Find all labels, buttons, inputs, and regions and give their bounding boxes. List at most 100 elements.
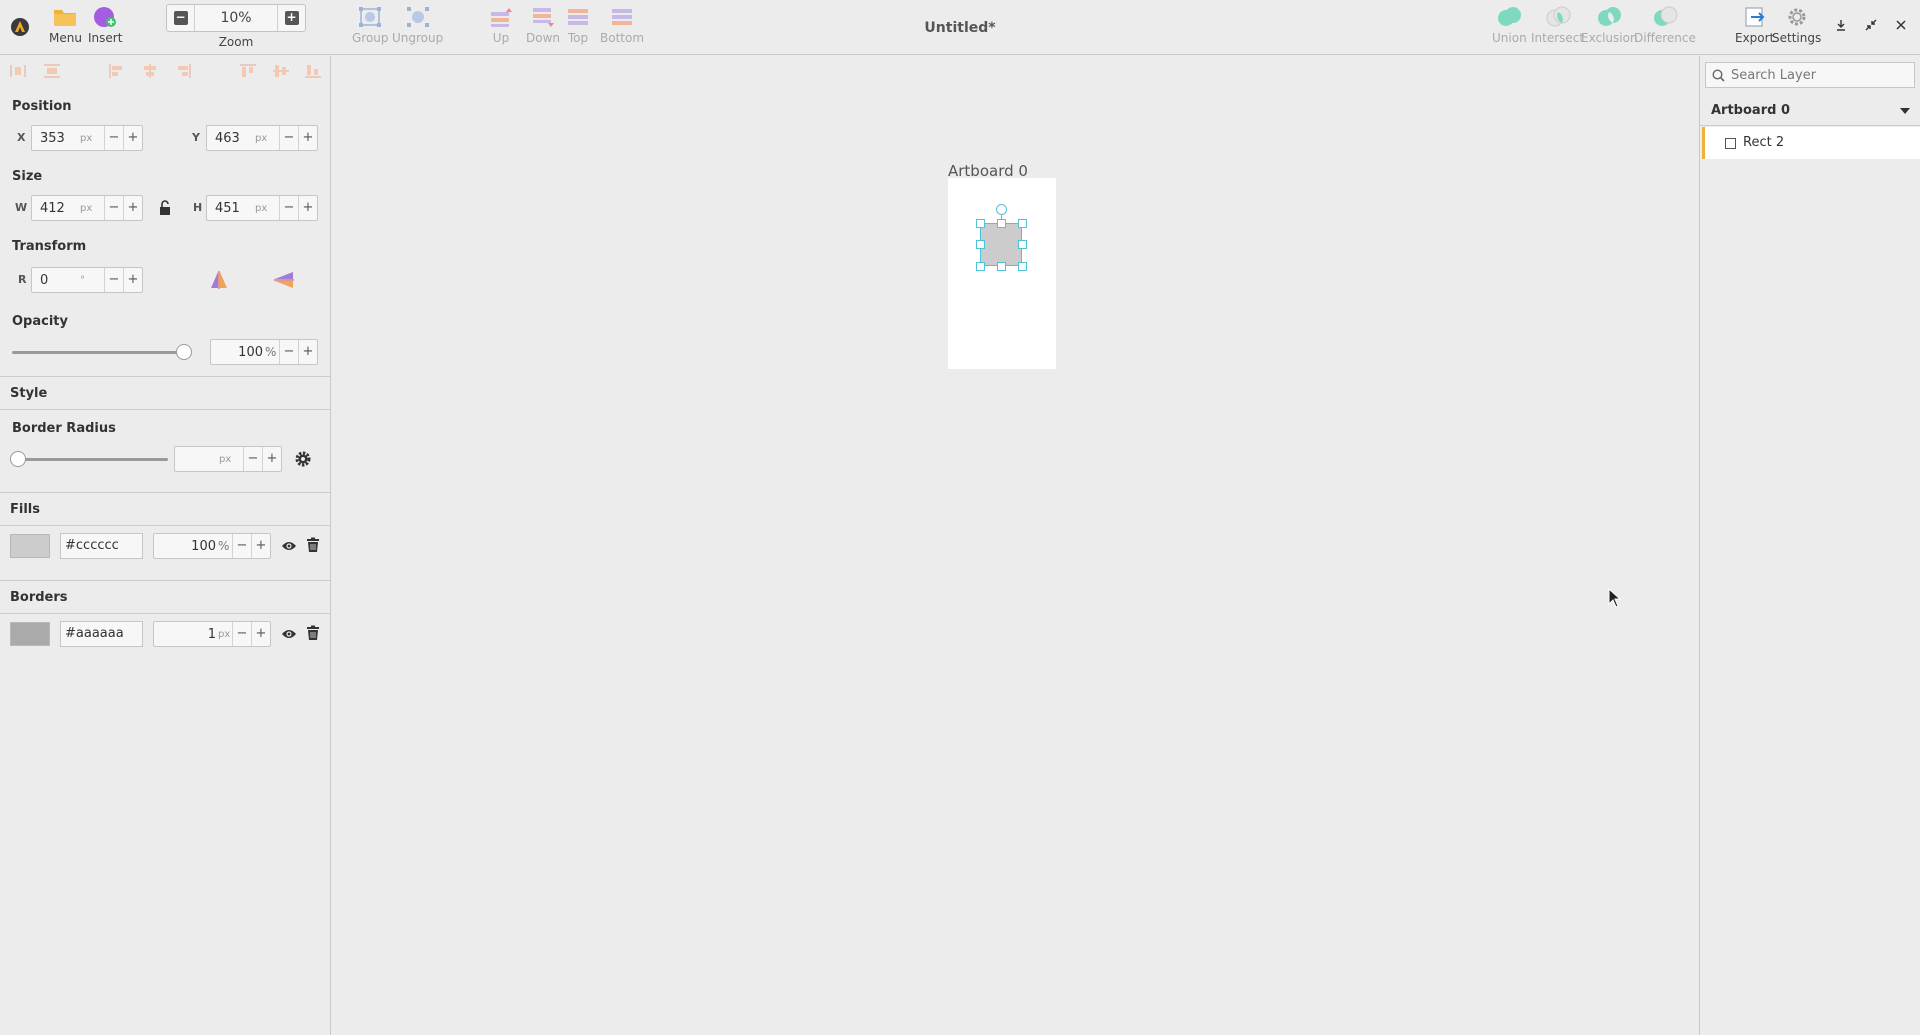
bring-to-top-button[interactable]: Top (566, 6, 590, 52)
layer-item[interactable]: Rect 2 (1702, 127, 1920, 159)
app-logo-icon[interactable] (10, 17, 30, 37)
size-w-field[interactable]: 412 px − + (31, 195, 143, 221)
gear-icon[interactable] (294, 450, 312, 468)
search-input[interactable] (1731, 67, 1914, 83)
group-button[interactable]: Group (352, 6, 389, 52)
border-hex-field[interactable]: #aaaaaa (60, 621, 143, 647)
resize-handle-bottom-left[interactable] (976, 262, 985, 271)
size-h-increment[interactable]: + (298, 196, 317, 220)
rotation-field[interactable]: 0 ° − + (31, 267, 143, 293)
move-up-button[interactable]: Up (489, 6, 513, 52)
size-w-increment[interactable]: + (123, 196, 142, 220)
resize-handle-top-right[interactable] (1018, 219, 1027, 228)
opacity-slider-track[interactable] (12, 351, 184, 354)
rotation-increment[interactable]: + (123, 268, 142, 292)
position-y-value[interactable]: 463 (207, 131, 255, 146)
resize-handle-bottom-right[interactable] (1018, 262, 1027, 271)
move-down-button[interactable]: Down (526, 6, 560, 52)
close-window-button[interactable] (1892, 18, 1910, 36)
fill-opacity-decrement[interactable]: − (232, 534, 251, 558)
border-radius-field[interactable]: px − + (174, 446, 282, 472)
fill-color-swatch[interactable] (10, 534, 50, 558)
opacity-increment[interactable]: + (298, 340, 317, 364)
flip-horizontal-icon[interactable] (209, 270, 229, 290)
fill-opacity-field[interactable]: 100 % − + (153, 533, 271, 559)
fill-opacity-value[interactable]: 100 (154, 539, 218, 554)
ungroup-button[interactable]: Ungroup (392, 6, 443, 52)
align-bottom-icon[interactable] (304, 64, 322, 78)
opacity-value[interactable]: 100 (211, 345, 265, 360)
resize-handle-bottom[interactable] (997, 262, 1006, 271)
menu-button[interactable]: Menu (49, 6, 82, 52)
align-middle-icon[interactable] (272, 64, 290, 78)
export-button[interactable]: Export (1735, 6, 1774, 52)
border-width-field[interactable]: 1 px − + (153, 621, 271, 647)
border-color-swatch[interactable] (10, 622, 50, 646)
zoom-out-button[interactable]: − (167, 5, 195, 31)
distribute-vertical-icon[interactable] (43, 64, 61, 78)
position-x-value[interactable]: 353 (32, 131, 80, 146)
settings-button[interactable]: Settings (1772, 6, 1821, 52)
resize-handle-top-left[interactable] (976, 219, 985, 228)
position-y-field[interactable]: 463 px − + (206, 125, 318, 151)
minimize-window-button[interactable] (1832, 18, 1850, 36)
position-x-field[interactable]: 353 px − + (31, 125, 143, 151)
size-h-decrement[interactable]: − (279, 196, 298, 220)
align-left-icon[interactable] (108, 64, 126, 78)
exclusion-icon (1598, 7, 1622, 26)
border-radius-increment[interactable]: + (262, 447, 281, 471)
resize-handle-right[interactable] (1018, 240, 1027, 249)
border-width-decrement[interactable]: − (232, 622, 251, 646)
chevron-down-icon[interactable] (1900, 108, 1910, 114)
size-h-field[interactable]: 451 px − + (206, 195, 318, 221)
fill-opacity-increment[interactable]: + (251, 534, 270, 558)
border-radius-decrement[interactable]: − (243, 447, 262, 471)
opacity-decrement[interactable]: − (279, 340, 298, 364)
align-top-icon[interactable] (239, 64, 257, 78)
rotation-decrement[interactable]: − (104, 268, 123, 292)
intersect-label: Intersect (1531, 31, 1585, 45)
design-canvas[interactable]: Artboard 0 (332, 56, 1698, 1035)
rotation-value[interactable]: 0 (32, 273, 80, 288)
border-radius-slider-handle[interactable] (10, 451, 26, 467)
group-label: Group (352, 31, 389, 45)
border-width-increment[interactable]: + (251, 622, 270, 646)
lock-ratio-icon[interactable] (157, 200, 173, 216)
distribute-horizontal-icon[interactable] (9, 64, 27, 78)
position-y-increment[interactable]: + (298, 126, 317, 150)
zoom-value[interactable]: 10% (195, 10, 277, 26)
layer-item-name: Rect 2 (1743, 135, 1785, 150)
artboard[interactable] (948, 178, 1056, 369)
opacity-field[interactable]: 100 % − + (210, 339, 318, 365)
size-w-decrement[interactable]: − (104, 196, 123, 220)
border-radius-slider-track[interactable] (12, 458, 168, 461)
union-button[interactable]: Union (1492, 6, 1527, 52)
zoom-in-button[interactable]: + (277, 5, 305, 31)
eye-icon[interactable] (281, 626, 297, 642)
resize-handle-top[interactable] (997, 219, 1006, 228)
resize-handle-left[interactable] (976, 240, 985, 249)
intersect-button[interactable]: Intersect (1531, 6, 1584, 52)
exclusion-button[interactable]: Exclusion (1581, 6, 1638, 52)
difference-button[interactable]: Difference (1634, 6, 1696, 52)
size-w-value[interactable]: 412 (32, 201, 80, 216)
send-to-bottom-button[interactable]: Bottom (600, 6, 644, 52)
fill-hex-field[interactable]: #cccccc (60, 533, 143, 559)
zoom-control: − 10% + (166, 4, 306, 32)
rotation-handle[interactable] (996, 204, 1007, 215)
border-width-value[interactable]: 1 (154, 627, 218, 642)
restore-window-button[interactable] (1862, 18, 1880, 36)
trash-icon[interactable] (305, 625, 321, 641)
layer-artboard-row[interactable]: Artboard 0 (1700, 96, 1920, 126)
flip-vertical-icon[interactable] (273, 270, 295, 290)
opacity-slider-handle[interactable] (176, 344, 192, 360)
size-h-value[interactable]: 451 (207, 201, 255, 216)
insert-button[interactable]: Insert (88, 6, 122, 52)
eye-icon[interactable] (281, 538, 297, 554)
align-right-icon[interactable] (174, 64, 192, 78)
position-y-decrement[interactable]: − (279, 126, 298, 150)
position-x-decrement[interactable]: − (104, 126, 123, 150)
position-x-increment[interactable]: + (123, 126, 142, 150)
trash-icon[interactable] (305, 537, 321, 553)
align-center-icon[interactable] (141, 64, 159, 78)
